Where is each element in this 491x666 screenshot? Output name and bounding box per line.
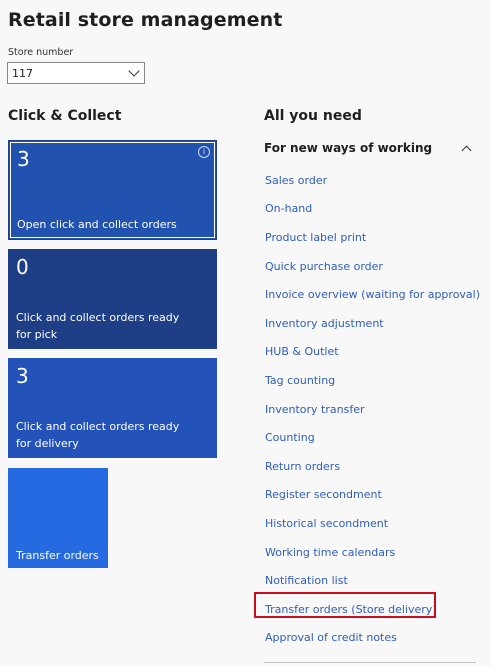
store-number-select[interactable]: 117: [7, 62, 145, 84]
tile-open-click-collect-orders[interactable]: 3 i Open click and collect orders: [8, 140, 217, 240]
tile-ready-for-pick[interactable]: 0 Click and collect orders ready for pic…: [8, 249, 217, 349]
list-item: Inventory adjustment: [265, 309, 480, 338]
link-notification-list[interactable]: Notification list: [265, 574, 348, 587]
link-counting[interactable]: Counting: [265, 431, 315, 444]
list-item: Approval of credit notes: [265, 624, 480, 653]
info-icon[interactable]: i: [198, 146, 210, 158]
click-collect-title: Click & Collect: [8, 108, 122, 124]
highlight-box: [254, 592, 436, 618]
chevron-down-icon: [128, 65, 140, 77]
list-item: Working time calendars: [265, 538, 480, 567]
link-inventory-transfer[interactable]: Inventory transfer: [265, 403, 364, 416]
page-title: Retail store management: [8, 9, 283, 31]
chevron-up-icon[interactable]: [461, 145, 472, 155]
tile-count: 3: [17, 147, 30, 171]
tile-count: 0: [16, 255, 29, 279]
list-item: Sales order: [265, 166, 480, 195]
link-tag-counting[interactable]: Tag counting: [265, 374, 335, 387]
link-quick-purchase-order[interactable]: Quick purchase order: [265, 260, 383, 273]
link-sales-order[interactable]: Sales order: [265, 174, 327, 187]
link-approval-of-credit-notes[interactable]: Approval of credit notes: [265, 631, 397, 644]
tile-label: Click and collect orders ready for pick: [16, 311, 180, 341]
tile-label: Click and collect orders ready for deliv…: [16, 420, 180, 450]
list-item: HUB & Outlet: [265, 338, 480, 367]
list-item: Register secondment: [265, 481, 480, 510]
list-item: On-hand: [265, 195, 480, 224]
link-invoice-overview-waiting-for-approval[interactable]: Invoice overview (waiting for approval): [265, 288, 480, 301]
link-product-label-print[interactable]: Product label print: [265, 231, 366, 244]
link-historical-secondment[interactable]: Historical secondment: [265, 517, 388, 530]
list-item: Notification list: [265, 566, 480, 595]
tile-count: 3: [16, 364, 29, 388]
all-you-need-title: All you need: [264, 108, 362, 124]
link-list: Sales order On-hand Product label print Qui…: [265, 166, 480, 652]
link-return-orders[interactable]: Return orders: [265, 460, 340, 473]
tile-label: Transfer orders: [16, 549, 99, 562]
link-register-secondment[interactable]: Register secondment: [265, 488, 382, 501]
list-item: Inventory transfer: [265, 395, 480, 424]
link-inventory-adjustment[interactable]: Inventory adjustment: [265, 317, 384, 330]
store-number-label: Store number: [8, 47, 74, 58]
tile-label: Open click and collect orders: [17, 218, 177, 231]
list-item: Product label print: [265, 223, 480, 252]
link-working-time-calendars[interactable]: Working time calendars: [265, 546, 395, 559]
list-item: Invoice overview (waiting for approval): [265, 280, 480, 309]
list-item: Counting: [265, 423, 480, 452]
list-item: Quick purchase order: [265, 252, 480, 281]
divider: [264, 662, 476, 663]
store-number-value: 117: [12, 66, 33, 80]
tile-transfer-orders[interactable]: Transfer orders: [8, 468, 108, 568]
link-hub-outlet[interactable]: HUB & Outlet: [265, 345, 339, 358]
group-header-new-ways-of-working[interactable]: For new ways of working: [264, 141, 476, 155]
group-title: For new ways of working: [264, 141, 433, 155]
list-item: Historical secondment: [265, 509, 480, 538]
link-on-hand[interactable]: On-hand: [265, 202, 312, 215]
tile-ready-for-delivery[interactable]: 3 Click and collect orders ready for del…: [8, 358, 217, 458]
list-item: Return orders: [265, 452, 480, 481]
list-item: Tag counting: [265, 366, 480, 395]
